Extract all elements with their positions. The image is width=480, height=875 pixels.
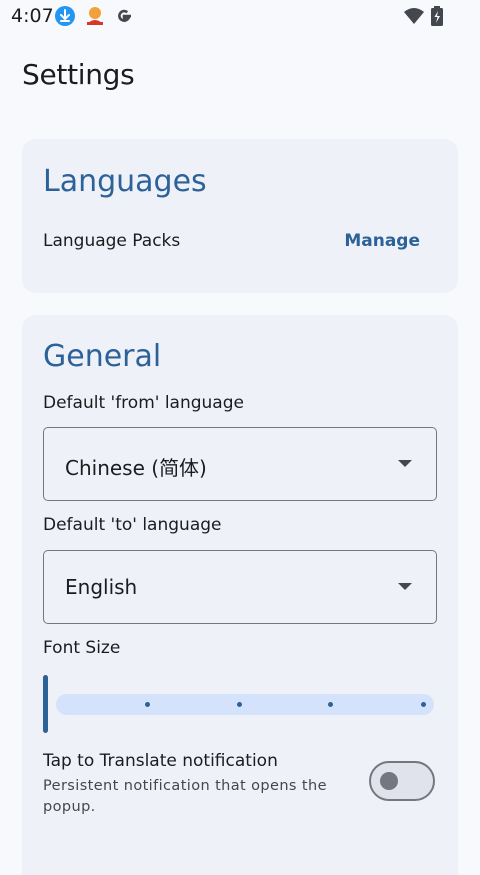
from-language-select[interactable]: Chinese (简体) [43, 427, 437, 501]
status-time: 4:07 [11, 5, 54, 27]
font-size-slider[interactable] [43, 675, 435, 733]
toggle-knob [380, 772, 398, 790]
battery-icon [429, 5, 451, 27]
google-icon [113, 5, 135, 27]
status-bar: 4:07 [0, 0, 480, 32]
tap-to-translate-title: Tap to Translate notification [43, 751, 278, 771]
general-card-title: General [43, 339, 162, 374]
language-packs-label: Language Packs [43, 231, 181, 251]
tap-to-translate-description: Persistent notification that opens the p… [43, 778, 327, 815]
slider-tick [328, 702, 333, 707]
slider-tick [237, 702, 242, 707]
general-card: General Default 'from' language Chinese … [22, 315, 458, 875]
chevron-down-icon [398, 583, 412, 590]
languages-card-title: Languages [43, 164, 207, 199]
manage-button[interactable]: Manage [344, 231, 420, 251]
to-language-select[interactable]: English [43, 550, 437, 624]
from-language-label: Default 'from' language [43, 393, 244, 413]
slider-tick [421, 702, 426, 707]
page-title: Settings [22, 58, 135, 91]
from-language-value: Chinese (简体) [65, 456, 207, 480]
tap-to-translate-toggle[interactable] [369, 761, 435, 801]
wifi-icon [403, 5, 425, 27]
to-language-value: English [65, 575, 138, 599]
languages-card: Languages Language Packs Manage [22, 139, 458, 293]
download-icon [54, 5, 76, 27]
slider-handle[interactable] [43, 675, 48, 733]
to-language-label: Default 'to' language [43, 515, 222, 535]
slider-track [56, 694, 434, 715]
chevron-down-icon [398, 460, 412, 467]
app-notification-icon [84, 5, 106, 27]
font-size-label: Font Size [43, 638, 121, 658]
slider-tick [145, 702, 150, 707]
